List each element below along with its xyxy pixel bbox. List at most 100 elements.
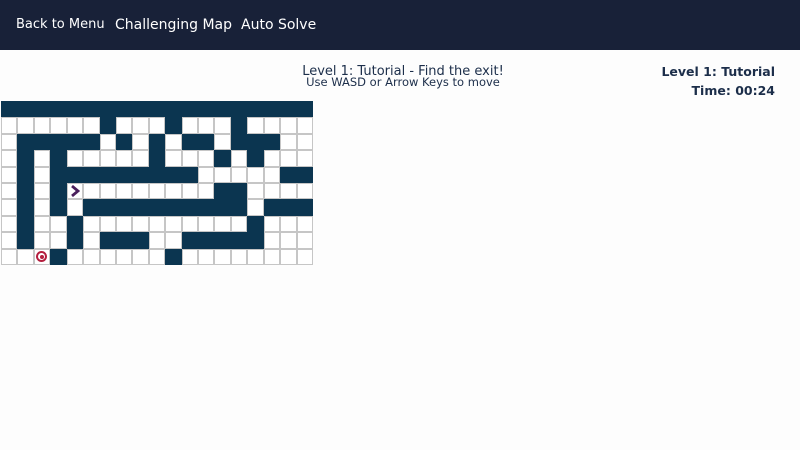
maze-floor-cell <box>34 150 50 167</box>
maze-wall-cell <box>149 134 165 150</box>
maze-wall-cell <box>67 167 83 183</box>
maze-wall-cell <box>132 199 149 216</box>
maze-floor-cell <box>247 249 264 265</box>
back-to-menu-button[interactable]: Back to Menu <box>16 17 105 33</box>
maze-floor-cell <box>50 232 67 249</box>
auto-solve-button[interactable]: Auto Solve <box>241 17 316 33</box>
maze-wall-cell <box>247 216 264 232</box>
maze-floor-cell <box>149 249 165 265</box>
maze-floor-cell <box>247 167 264 183</box>
maze-floor-cell <box>100 150 116 167</box>
timer: Time: 00:24 <box>691 83 775 98</box>
maze-wall-cell <box>50 199 67 216</box>
maze-wall-cell <box>231 199 247 216</box>
maze-wall-cell <box>214 199 231 216</box>
maze-wall-cell <box>83 101 100 117</box>
maze-wall-cell <box>132 232 149 249</box>
maze-floor-cell <box>297 183 313 199</box>
maze-floor-cell <box>198 249 214 265</box>
maze-wall-cell <box>100 167 116 183</box>
maze-floor-cell <box>214 134 231 150</box>
maze-floor-cell <box>1 117 17 134</box>
maze-wall-cell <box>83 167 100 183</box>
maze-wall-cell <box>116 199 132 216</box>
maze-floor-cell <box>149 232 165 249</box>
maze-floor-cell <box>1 150 17 167</box>
maze-wall-cell <box>50 167 67 183</box>
player-marker <box>67 183 83 199</box>
maze-wall-cell <box>50 183 67 199</box>
maze-floor-cell <box>83 117 100 134</box>
goal-center <box>40 255 44 259</box>
instructions-subtitle: Use WASD or Arrow Keys to move <box>306 75 500 89</box>
maze-wall-cell <box>50 134 67 150</box>
maze-wall-cell <box>132 167 149 183</box>
maze-wall-cell <box>67 232 83 249</box>
maze-wall-cell <box>198 101 214 117</box>
maze-wall-cell <box>132 101 149 117</box>
maze-floor-cell <box>67 249 83 265</box>
maze-floor-cell <box>182 249 198 265</box>
maze-floor-cell <box>83 216 100 232</box>
maze-wall-cell <box>100 199 116 216</box>
maze-wall-cell <box>231 183 247 199</box>
maze-wall-cell <box>17 183 34 199</box>
maze-floor-cell <box>297 216 313 232</box>
maze-wall-cell <box>17 216 34 232</box>
maze-wall-cell <box>214 101 231 117</box>
maze-grid[interactable] <box>1 101 313 265</box>
maze-floor-cell <box>100 216 116 232</box>
maze-floor-cell <box>1 134 17 150</box>
maze-floor-cell <box>214 167 231 183</box>
maze-wall-cell <box>297 167 313 183</box>
maze-floor-cell <box>132 183 149 199</box>
maze-floor-cell <box>198 183 214 199</box>
maze-floor-cell <box>1 249 17 265</box>
maze-floor-cell <box>1 216 17 232</box>
maze-floor-cell <box>182 117 198 134</box>
maze-wall-cell <box>17 101 34 117</box>
maze-floor-cell <box>264 167 280 183</box>
maze-wall-cell <box>231 232 247 249</box>
maze-wall-cell <box>182 232 198 249</box>
maze-floor-cell <box>198 117 214 134</box>
maze-floor-cell <box>149 117 165 134</box>
maze-wall-cell <box>214 150 231 167</box>
maze-wall-cell <box>17 232 34 249</box>
maze-floor-cell <box>297 249 313 265</box>
maze-wall-cell <box>83 134 100 150</box>
maze-floor-cell <box>116 216 132 232</box>
maze-wall-cell <box>100 101 116 117</box>
challenging-map-button[interactable]: Challenging Map <box>115 17 232 33</box>
maze-floor-cell <box>83 232 100 249</box>
maze-wall-cell <box>116 232 132 249</box>
maze-floor-cell <box>297 232 313 249</box>
maze-floor-cell <box>1 167 17 183</box>
maze-wall-cell <box>182 101 198 117</box>
maze-wall-cell <box>149 150 165 167</box>
maze-floor-cell <box>280 216 297 232</box>
maze-wall-cell <box>165 117 182 134</box>
top-navigation-bar: Back to Menu Challenging Map Auto Solve <box>0 0 800 50</box>
maze-wall-cell <box>83 199 100 216</box>
maze-wall-cell <box>116 167 132 183</box>
maze-floor-cell <box>1 232 17 249</box>
maze-floor-cell <box>1 199 17 216</box>
maze-wall-cell <box>198 134 214 150</box>
maze-floor-cell <box>165 150 182 167</box>
maze-floor-cell <box>247 199 264 216</box>
maze-wall-cell <box>17 167 34 183</box>
maze-floor-cell <box>116 249 132 265</box>
maze-floor-cell <box>264 117 280 134</box>
maze-floor-cell <box>83 183 100 199</box>
maze-floor-cell <box>67 150 83 167</box>
maze-floor-cell <box>67 117 83 134</box>
level-indicator: Level 1: Tutorial <box>661 64 775 79</box>
maze-wall-cell <box>149 199 165 216</box>
maze-wall-cell <box>182 167 198 183</box>
maze-floor-cell <box>264 183 280 199</box>
maze-floor-cell <box>132 150 149 167</box>
maze-wall-cell <box>67 101 83 117</box>
maze-wall-cell <box>231 134 247 150</box>
maze-wall-cell <box>116 134 132 150</box>
